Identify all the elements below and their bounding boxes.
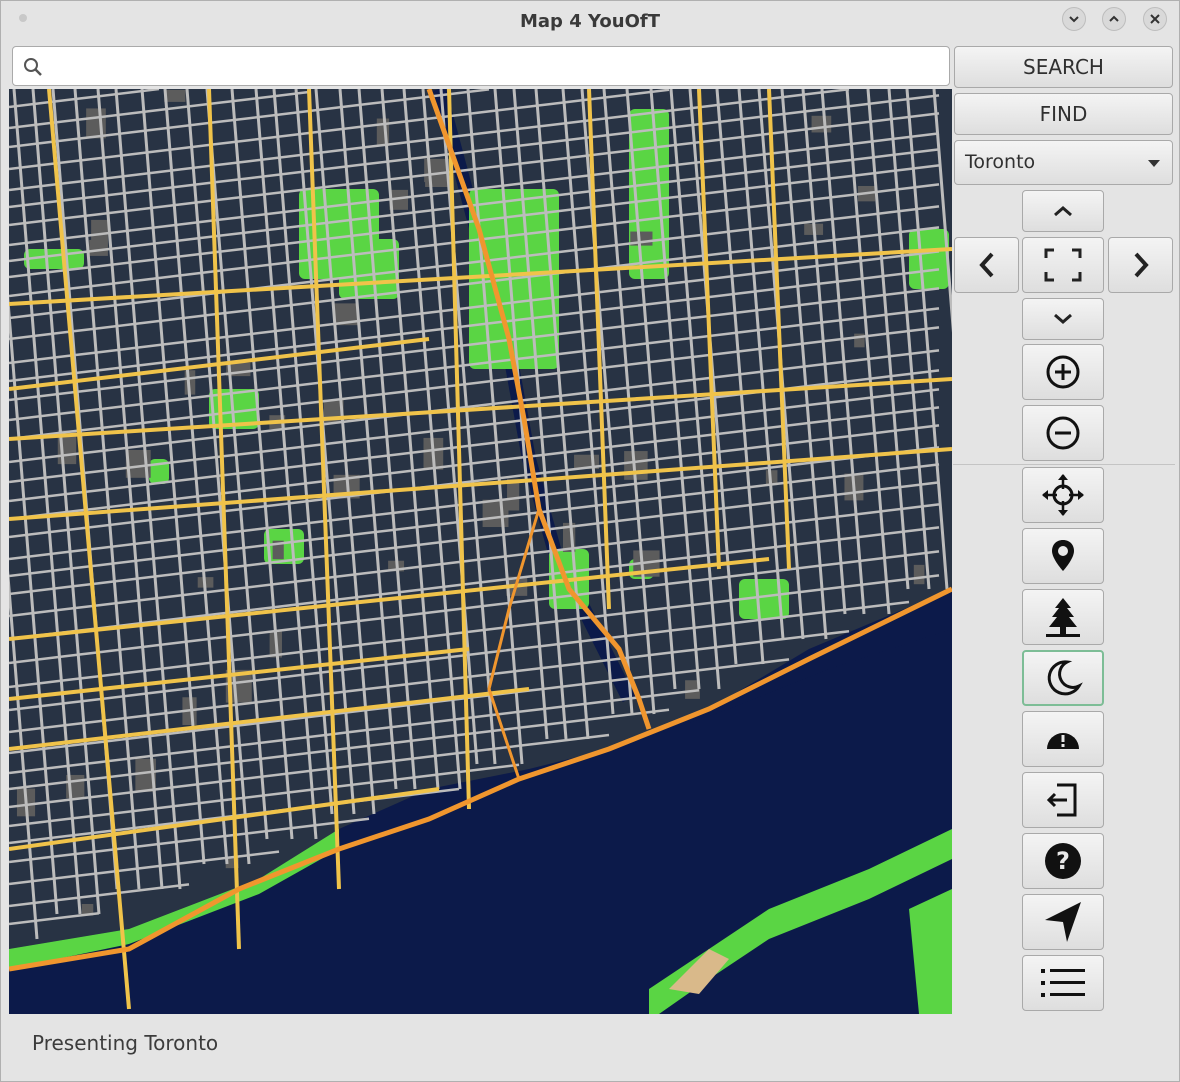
move-arrows-icon xyxy=(1042,474,1084,516)
pan-right-button[interactable] xyxy=(1108,237,1173,293)
search-input[interactable] xyxy=(51,53,935,81)
move-button[interactable] xyxy=(1022,467,1104,523)
window-title: Map 4 YouOfT xyxy=(520,11,660,32)
pan-down-button[interactable] xyxy=(1022,298,1104,340)
map-svg[interactable] xyxy=(9,89,952,1014)
pan-up-button[interactable] xyxy=(1022,190,1104,232)
toolbar-separator xyxy=(953,464,1175,465)
city-select[interactable]: Toronto xyxy=(954,140,1173,185)
chevron-down-icon xyxy=(1054,313,1072,324)
pin-button[interactable] xyxy=(1022,528,1104,584)
list-button[interactable] xyxy=(1022,955,1104,1011)
zoom-out-button[interactable] xyxy=(1022,405,1104,461)
list-icon xyxy=(1041,969,1085,997)
title-bar: Map 4 YouOfT xyxy=(1,1,1179,43)
map-canvas[interactable] xyxy=(9,89,952,1014)
fit-view-button[interactable] xyxy=(1022,237,1104,293)
night-mode-button[interactable] xyxy=(1022,650,1104,706)
chevron-down-icon xyxy=(1069,16,1079,23)
zoom-out-icon xyxy=(1046,416,1080,450)
fullscreen-icon xyxy=(1044,248,1082,282)
logout-icon xyxy=(1046,783,1077,817)
chevron-up-icon xyxy=(1109,15,1119,22)
city-select-value: Toronto xyxy=(965,151,1036,173)
close-icon xyxy=(1150,14,1160,24)
search-icon xyxy=(24,58,42,76)
map-pin-icon xyxy=(1052,540,1074,571)
chevron-right-icon xyxy=(1134,252,1149,278)
logout-button[interactable] xyxy=(1022,772,1104,828)
moon-icon xyxy=(1047,660,1083,696)
chevron-left-icon xyxy=(978,252,993,278)
search-button[interactable]: SEARCH xyxy=(954,46,1173,88)
close-button[interactable] xyxy=(1143,7,1167,31)
maximize-button[interactable] xyxy=(1102,7,1126,31)
dropdown-caret-icon xyxy=(1148,160,1160,167)
status-text: Presenting Toronto xyxy=(32,1031,219,1055)
navigate-arrow-icon xyxy=(1045,902,1081,942)
find-button[interactable]: FIND xyxy=(954,93,1173,135)
svg-text:?: ? xyxy=(1056,847,1070,875)
search-box[interactable] xyxy=(12,46,950,86)
help-icon: ? xyxy=(1045,843,1081,879)
zoom-in-button[interactable] xyxy=(1022,344,1104,400)
chevron-up-icon xyxy=(1054,206,1072,217)
tree-icon xyxy=(1046,598,1080,637)
navigate-button[interactable] xyxy=(1022,894,1104,950)
zoom-in-icon xyxy=(1046,355,1080,389)
pan-left-button[interactable] xyxy=(954,237,1019,293)
hazard-icon xyxy=(1047,733,1079,749)
hazard-button[interactable] xyxy=(1022,711,1104,767)
minimize-button[interactable] xyxy=(1062,7,1086,31)
help-button[interactable]: ? xyxy=(1022,833,1104,889)
parks-button[interactable] xyxy=(1022,589,1104,645)
app-window: Map 4 YouOfT SEARCH FIND Toronto ? Prese… xyxy=(0,0,1180,1082)
